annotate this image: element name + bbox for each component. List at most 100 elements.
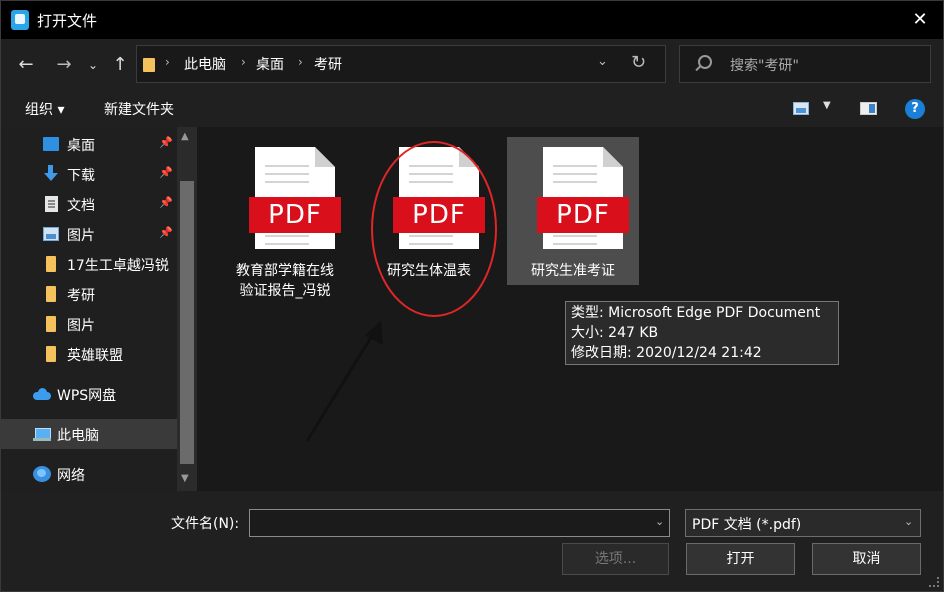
sidebar-item-label: 此电脑	[57, 428, 99, 444]
app-icon	[11, 10, 29, 30]
sidebar-item-label: 下载	[67, 168, 95, 184]
chevron-down-icon[interactable]: ▼	[823, 100, 831, 111]
sidebar-item-17shenggong[interactable]: 17生工卓越冯锐	[1, 249, 177, 279]
navigation-pane: 桌面 📌 下载 📌 文档 📌 图片 📌 17生工卓越冯锐 考研 图片 英雄联盟 …	[1, 127, 197, 491]
desktop-icon	[43, 137, 59, 151]
sidebar-item-label: 图片	[67, 318, 95, 334]
scroll-up-icon[interactable]: ▲	[181, 131, 189, 142]
folder-icon	[46, 286, 56, 302]
chevron-right-icon[interactable]: ›	[241, 55, 246, 69]
sidebar-item-this-pc[interactable]: 此电脑	[1, 419, 177, 449]
pin-icon[interactable]: 📌	[159, 166, 173, 179]
pdf-badge: PDF	[249, 197, 341, 233]
chevron-down-icon[interactable]: ⌄	[655, 515, 664, 528]
filename-input[interactable]: ⌄	[249, 509, 670, 537]
navigation-bar: ← → ⌄ ↑ › 此电脑 › 桌面 › 考研 ⌄ ↻ 搜索"考研"	[1, 39, 943, 91]
help-icon[interactable]: ?	[905, 99, 925, 119]
bottom-panel: 文件名(N): ⌄ PDF 文档 (*.pdf) ⌄ 选项... 打开 取消	[1, 491, 943, 591]
dialog-title: 打开文件	[37, 12, 98, 30]
resize-grip[interactable]	[929, 577, 939, 587]
sidebar-item-label: WPS网盘	[57, 388, 117, 404]
sidebar-item-lol[interactable]: 英雄联盟	[1, 339, 177, 369]
sidebar-item-kaoyan[interactable]: 考研	[1, 279, 177, 309]
chevron-right-icon[interactable]: ›	[165, 55, 170, 69]
options-button[interactable]: 选项...	[562, 543, 669, 575]
search-box[interactable]: 搜索"考研"	[679, 45, 931, 83]
annotation-ellipse	[371, 141, 497, 317]
refresh-icon[interactable]: ↻	[631, 52, 646, 73]
address-bar[interactable]: › 此电脑 › 桌面 › 考研 ⌄ ↻	[136, 45, 666, 83]
folder-icon	[46, 316, 56, 332]
sidebar-item-pictures-folder[interactable]: 图片	[1, 309, 177, 339]
folder-icon	[46, 346, 56, 362]
file-type-select[interactable]: PDF 文档 (*.pdf) ⌄	[685, 509, 921, 537]
pdf-file-icon: PDF	[249, 147, 341, 249]
folder-icon	[143, 58, 155, 72]
tooltip-modified: 修改日期: 2020/12/24 21:42	[571, 345, 762, 361]
chevron-down-icon[interactable]: ⌄	[904, 515, 913, 528]
pdf-badge: PDF	[537, 197, 629, 233]
download-icon	[43, 165, 59, 181]
new-folder-button[interactable]: 新建文件夹	[104, 99, 174, 119]
network-icon	[33, 466, 51, 482]
sidebar-item-documents[interactable]: 文档 📌	[1, 189, 177, 219]
sidebar-item-label: 英雄联盟	[67, 348, 123, 364]
pdf-file-icon: PDF	[537, 147, 629, 249]
sidebar-item-label: 17生工卓越冯锐	[67, 258, 169, 274]
file-name: 教育部学籍在线 验证报告_冯锐	[219, 261, 351, 301]
chevron-right-icon[interactable]: ›	[298, 55, 303, 69]
sidebar-item-label: 网络	[57, 468, 85, 484]
file-item[interactable]: PDF 研究生准考证	[507, 137, 639, 285]
sidebar-item-label: 图片	[67, 228, 95, 244]
cancel-button[interactable]: 取消	[812, 543, 921, 575]
computer-icon	[33, 428, 51, 441]
breadcrumb-kaoyan[interactable]: 考研	[314, 54, 342, 74]
forward-button[interactable]: →	[51, 53, 77, 77]
file-name-line: 研究生准考证	[531, 263, 615, 279]
sidebar-item-desktop[interactable]: 桌面 📌	[1, 129, 177, 159]
file-type-value: PDF 文档 (*.pdf)	[692, 517, 802, 533]
sidebar-item-label: 桌面	[67, 138, 95, 154]
file-item[interactable]: PDF 教育部学籍在线 验证报告_冯锐	[219, 137, 351, 299]
file-name: 研究生准考证	[507, 261, 639, 281]
preview-pane-icon[interactable]	[860, 102, 877, 115]
folder-icon	[46, 256, 56, 272]
back-button[interactable]: ←	[13, 53, 39, 77]
open-file-dialog: 打开文件 ✕ ← → ⌄ ↑ › 此电脑 › 桌面 › 考研 ⌄ ↻ 搜索"考研…	[0, 0, 944, 592]
recent-locations-button[interactable]: ⌄	[83, 53, 103, 77]
pin-icon[interactable]: 📌	[159, 196, 173, 209]
filename-label: 文件名(N):	[171, 516, 240, 532]
sidebar-item-network[interactable]: 网络	[1, 459, 177, 489]
sidebar-item-label: 文档	[67, 198, 95, 214]
sidebar-item-label: 考研	[67, 288, 95, 304]
search-input[interactable]: 搜索"考研"	[730, 55, 799, 75]
close-button[interactable]: ✕	[905, 5, 935, 35]
cloud-icon	[33, 388, 51, 400]
scrollbar-thumb[interactable]	[180, 181, 194, 464]
tooltip-size: 大小: 247 KB	[571, 325, 659, 341]
annotation-arrow	[305, 321, 383, 442]
pin-icon[interactable]: 📌	[159, 226, 173, 239]
breadcrumb-desktop[interactable]: 桌面	[256, 54, 284, 74]
file-name-line: 验证报告_冯锐	[239, 283, 331, 299]
file-name-line: 教育部学籍在线	[236, 263, 334, 279]
view-options-icon[interactable]	[793, 102, 809, 115]
breadcrumb-this-pc[interactable]: 此电脑	[184, 54, 226, 74]
chevron-down-icon[interactable]: ⌄	[597, 54, 608, 69]
up-button[interactable]: ↑	[107, 53, 133, 77]
file-tooltip: 类型: Microsoft Edge PDF Document 大小: 247 …	[565, 301, 839, 365]
title-bar: 打开文件 ✕	[1, 1, 943, 39]
pin-icon[interactable]: 📌	[159, 136, 173, 149]
document-icon	[45, 196, 58, 212]
search-icon	[698, 55, 712, 69]
sidebar-item-pictures[interactable]: 图片 📌	[1, 219, 177, 249]
navigation-scrollbar[interactable]: ▲ ▼	[177, 127, 197, 491]
sidebar-item-wps-cloud[interactable]: WPS网盘	[1, 379, 177, 409]
organize-button[interactable]: 组织 ▾	[25, 99, 64, 119]
sidebar-item-downloads[interactable]: 下载 📌	[1, 159, 177, 189]
open-button[interactable]: 打开	[686, 543, 795, 575]
pictures-icon	[43, 227, 59, 241]
tooltip-type: 类型: Microsoft Edge PDF Document	[571, 305, 821, 321]
scroll-down-icon[interactable]: ▼	[181, 473, 189, 484]
command-toolbar: 组织 ▾ 新建文件夹 ▼ ?	[1, 91, 943, 127]
